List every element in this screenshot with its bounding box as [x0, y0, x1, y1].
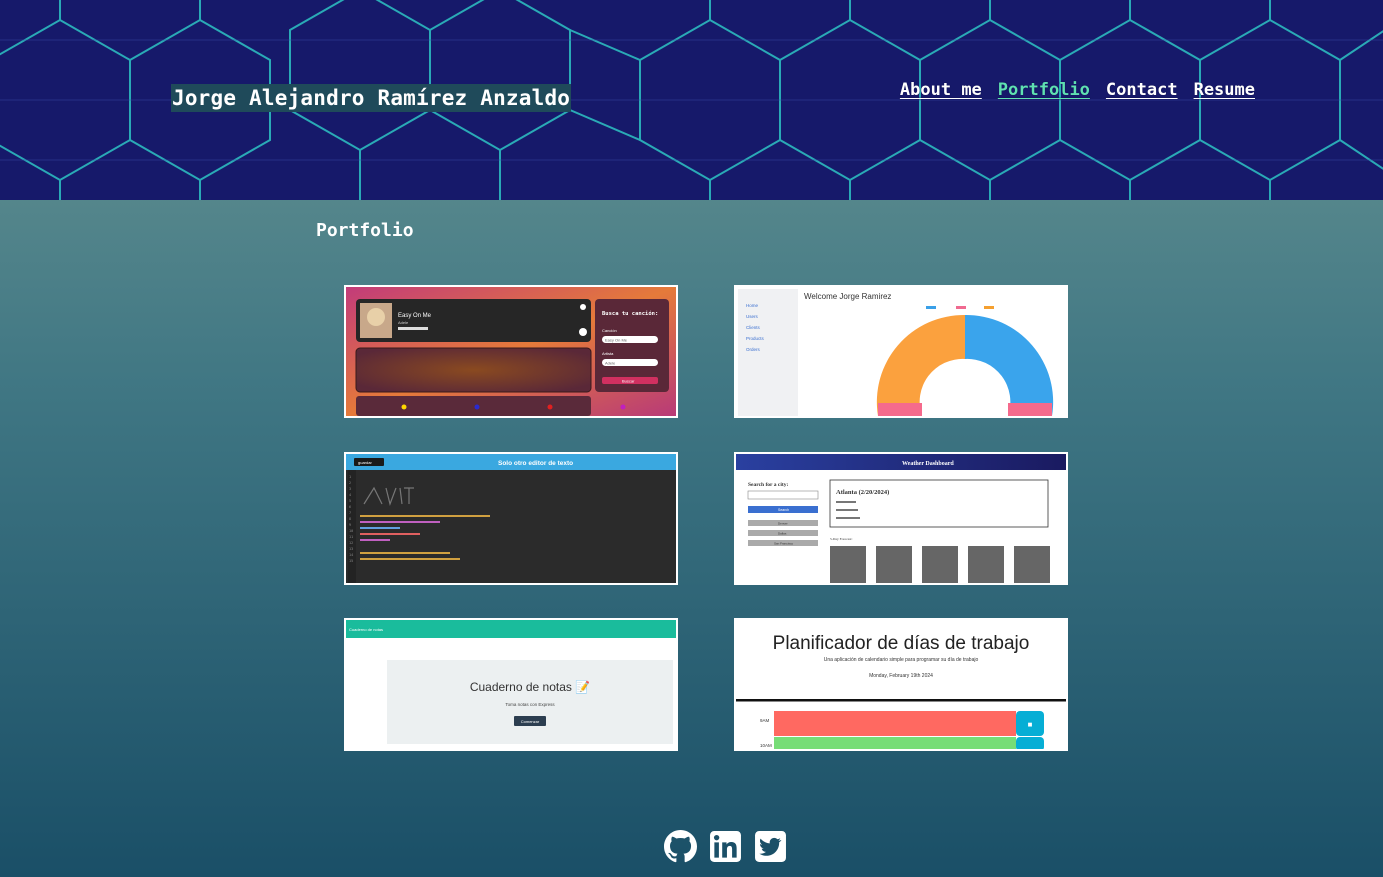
portfolio-heading: Portfolio	[316, 220, 414, 241]
music-label-artist: Artista	[602, 351, 614, 356]
weather-search-button: Search	[778, 508, 789, 512]
project-thumbnail-dashboard: Home Users Clients Products Orders Welco…	[736, 287, 1066, 416]
notes-start-button: Comenzar	[521, 719, 540, 724]
dash-menu-home: Home	[746, 303, 759, 308]
site-title: Jorge Alejandro Ramírez Anzaldo	[171, 84, 572, 112]
social-links	[664, 830, 787, 863]
dash-menu-users: Users	[746, 314, 759, 319]
svg-text:5: 5	[349, 499, 351, 503]
music-form-title: Busca tu canción:	[602, 310, 658, 317]
svg-text:14: 14	[349, 553, 353, 557]
project-thumbnail-scheduler: Planificador de días de trabajo Una apli…	[736, 620, 1066, 749]
editor-title: Solo otro editor de texto	[498, 460, 573, 467]
svg-text:9: 9	[349, 523, 351, 527]
svg-text:12: 12	[349, 541, 353, 545]
svg-text:8: 8	[349, 517, 351, 521]
weather-history-1: Denver	[778, 522, 788, 526]
music-artist-value: Adele	[605, 361, 616, 366]
svg-text:7: 7	[349, 511, 351, 515]
project-card-scheduler[interactable]: Planificador de días de trabajo Una apli…	[734, 618, 1068, 751]
site-header: Jorge Alejandro Ramírez Anzaldo About me…	[0, 0, 1383, 200]
notes-title: Cuaderno de notas 📝	[470, 680, 590, 694]
dash-menu-clients: Clients	[746, 325, 761, 330]
notes-subtitle: Toma notas con Express	[505, 702, 555, 707]
project-card-notes[interactable]: Cuaderno de notas Cuaderno de notas 📝 To…	[344, 618, 678, 751]
weather-history-2: Dallas	[778, 532, 787, 536]
nav-resume[interactable]: Resume	[1194, 80, 1255, 100]
dash-welcome: Welcome Jorge Ramirez	[804, 292, 891, 301]
dash-menu-orders: Orders	[746, 347, 761, 352]
nav-portfolio[interactable]: Portfolio	[998, 80, 1090, 100]
song-title: Easy On Me	[398, 313, 432, 319]
weather-search-label: Search for a city:	[748, 482, 788, 488]
nav-about-me[interactable]: About me	[900, 80, 982, 100]
project-card-music[interactable]: Easy On Me Adele Busca tu canción: Canci…	[344, 285, 678, 418]
scheduler-subtitle: Una aplicación de calendario simple para…	[824, 657, 979, 663]
project-card-weather[interactable]: Weather Dashboard Search for a city: Sea…	[734, 452, 1068, 585]
weather-title: Weather Dashboard	[902, 461, 954, 467]
linkedin-icon[interactable]	[709, 830, 742, 863]
weather-city: Atlanta (2/20/2024)	[836, 489, 889, 496]
dash-menu-products: Products	[746, 336, 765, 341]
song-artist: Adele	[398, 320, 409, 325]
project-card-text-editor[interactable]: guardar Solo otro editor de texto 1234 5…	[344, 452, 678, 585]
music-label-song: Canción	[602, 328, 617, 333]
svg-text:6: 6	[349, 505, 351, 509]
github-icon[interactable]	[664, 830, 697, 863]
scheduler-hour-2: 10AM	[760, 743, 772, 748]
weather-forecast-title: 5-Day Forecast:	[830, 537, 852, 541]
project-thumbnail-notes: Cuaderno de notas Cuaderno de notas 📝 To…	[346, 620, 676, 749]
project-thumbnail-music: Easy On Me Adele Busca tu canción: Canci…	[346, 287, 676, 416]
scheduler-hour-1: 9AM	[760, 718, 770, 723]
scheduler-title: Planificador de días de trabajo	[773, 633, 1030, 654]
twitter-icon[interactable]	[754, 830, 787, 863]
editor-save-button: guardar	[358, 460, 372, 465]
svg-text:3: 3	[349, 487, 351, 491]
project-thumbnail-text-editor: guardar Solo otro editor de texto 1234 5…	[346, 454, 676, 583]
music-song-value: Easy On Me	[605, 338, 628, 343]
svg-text:10: 10	[349, 529, 353, 533]
main-nav: About me Portfolio Contact Resume	[900, 80, 1255, 100]
project-card-dashboard[interactable]: Home Users Clients Products Orders Welco…	[734, 285, 1068, 418]
svg-text:11: 11	[349, 535, 353, 539]
svg-text:15: 15	[349, 559, 353, 563]
svg-text:1: 1	[349, 475, 351, 479]
music-search-button: Buscar	[622, 379, 635, 384]
svg-text:13: 13	[349, 547, 353, 551]
scheduler-date: Monday, February 19th 2024	[869, 673, 933, 679]
nav-contact[interactable]: Contact	[1106, 80, 1178, 100]
svg-text:2: 2	[349, 481, 351, 485]
svg-text:4: 4	[349, 493, 351, 497]
project-thumbnail-weather: Weather Dashboard Search for a city: Sea…	[736, 454, 1066, 583]
notes-nav-title: Cuaderno de notas	[349, 627, 383, 632]
weather-history-3: San Francisco	[774, 542, 794, 546]
svg-text:■: ■	[1028, 722, 1033, 728]
